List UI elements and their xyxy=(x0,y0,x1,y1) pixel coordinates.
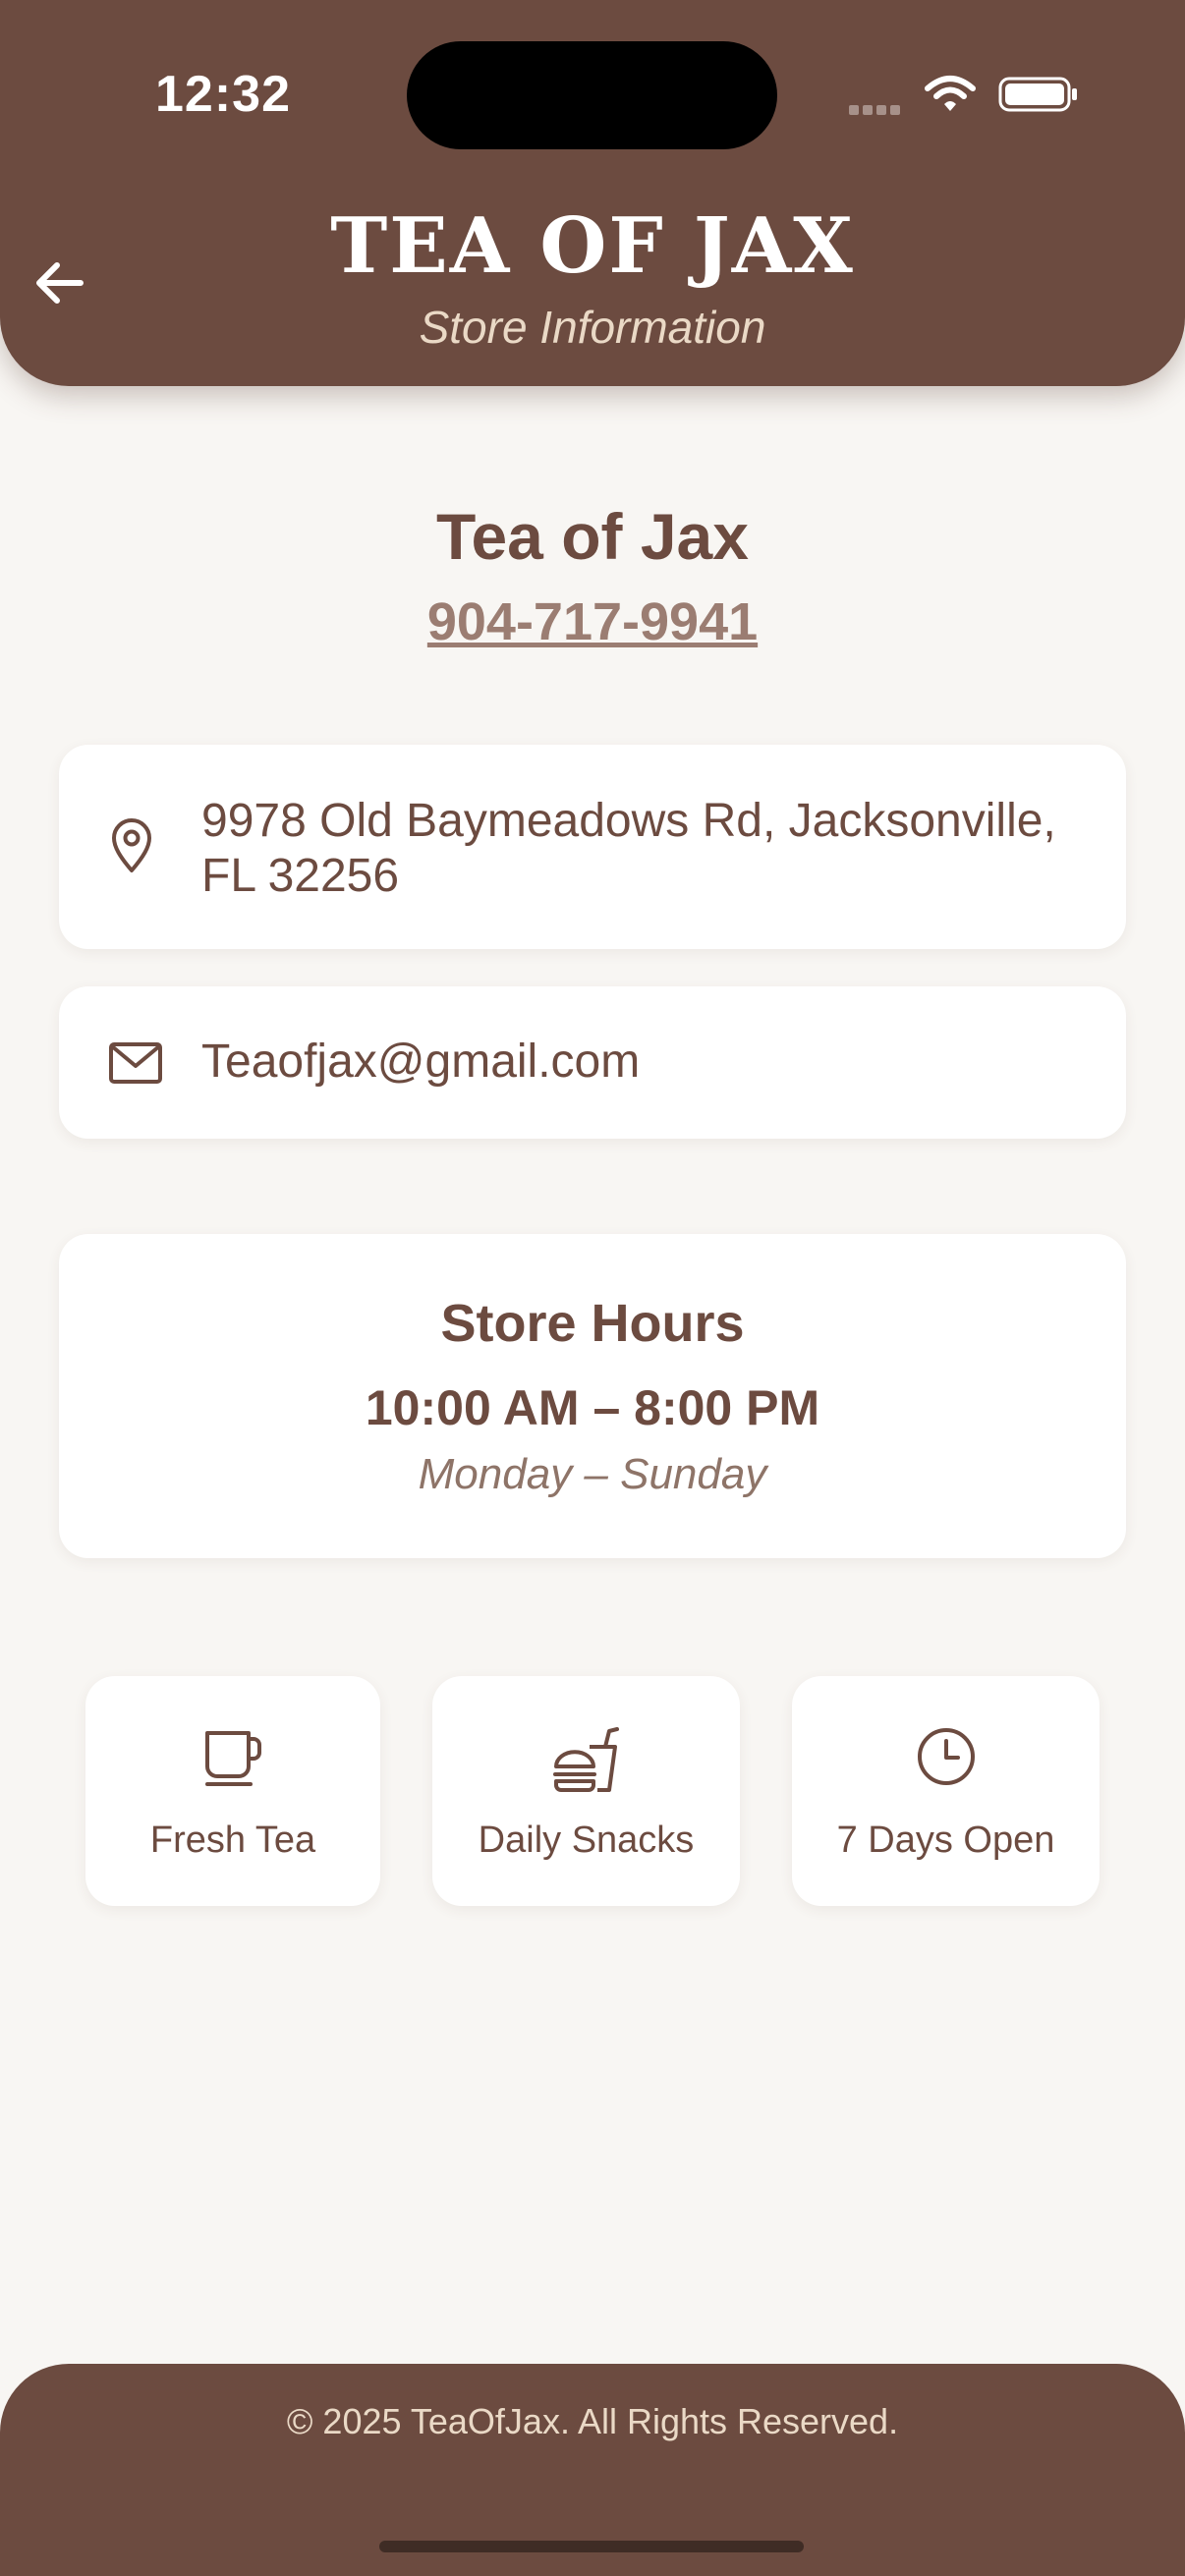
fast-food-icon xyxy=(552,1725,621,1799)
cellular-signal-icon xyxy=(849,102,904,120)
email-text: Teaofjax@gmail.com xyxy=(201,1036,641,1088)
home-indicator[interactable] xyxy=(379,2541,804,2552)
wifi-icon xyxy=(924,75,977,119)
address-text: 9978 Old Baymeadows Rd, Jacksonville, FL… xyxy=(201,795,1056,902)
hours-title: Store Hours xyxy=(440,1294,745,1353)
cup-icon xyxy=(201,1725,264,1793)
app-header: 12:32 TEA OF JAX Store Information xyxy=(0,0,1185,386)
phone-link[interactable]: 904-717-9941 xyxy=(0,591,1185,652)
dynamic-island xyxy=(407,41,777,149)
page-subtitle: Store Information xyxy=(419,302,766,353)
clock-icon xyxy=(915,1725,978,1793)
email-card[interactable]: Teaofjax@gmail.com xyxy=(59,986,1126,1139)
store-name: Tea of Jax xyxy=(436,500,749,573)
feature-fresh-tea: Fresh Tea xyxy=(85,1676,380,1906)
feature-label: Fresh Tea xyxy=(149,1820,316,1861)
map-pin-icon xyxy=(108,817,155,879)
app-footer: © 2025 TeaOfJax. All Rights Reserved. xyxy=(0,2364,1185,2576)
mail-icon xyxy=(108,1041,163,1090)
brand-title: TEA OF JAX xyxy=(330,201,855,291)
store-hours-card: Store Hours 10:00 AM – 8:00 PM Monday – … xyxy=(59,1234,1126,1558)
battery-icon xyxy=(998,75,1081,119)
feature-label: Daily Snacks xyxy=(478,1820,695,1861)
feature-label: 7 Days Open xyxy=(836,1820,1055,1861)
hours-time: 10:00 AM – 8:00 PM xyxy=(365,1380,820,1435)
address-card[interactable]: 9978 Old Baymeadows Rd, Jacksonville, FL… xyxy=(59,745,1126,949)
copyright-text: © 2025 TeaOfJax. All Rights Reserved. xyxy=(286,2401,899,2441)
feature-daily-snacks: Daily Snacks xyxy=(432,1676,740,1906)
feature-7-days-open: 7 Days Open xyxy=(792,1676,1100,1906)
status-time: 12:32 xyxy=(155,66,291,123)
hours-days: Monday – Sunday xyxy=(418,1450,767,1498)
